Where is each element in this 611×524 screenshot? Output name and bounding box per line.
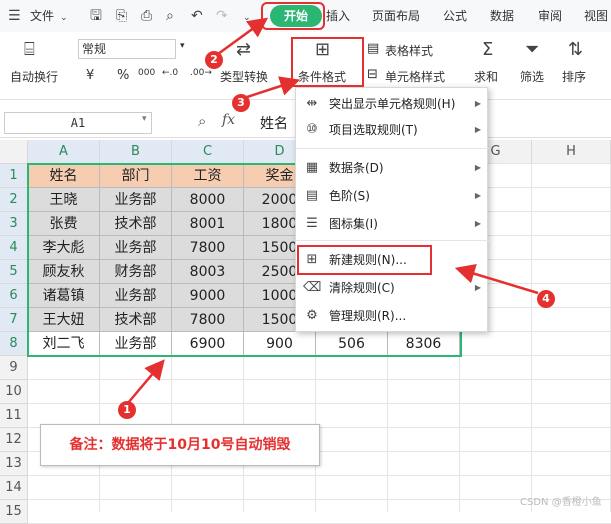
arrow-4 [454,264,539,295]
badge-3: 3 [232,94,250,112]
annotation-arrows [127,17,539,404]
badge-2: 2 [205,51,223,69]
arrow-2 [217,17,269,56]
badge-1: 1 [118,401,136,419]
watermark: CSDN @香橙小鱼 [520,497,602,508]
badge-4: 4 [537,290,555,308]
arrow-1 [127,359,165,404]
arrow-3 [246,76,301,99]
